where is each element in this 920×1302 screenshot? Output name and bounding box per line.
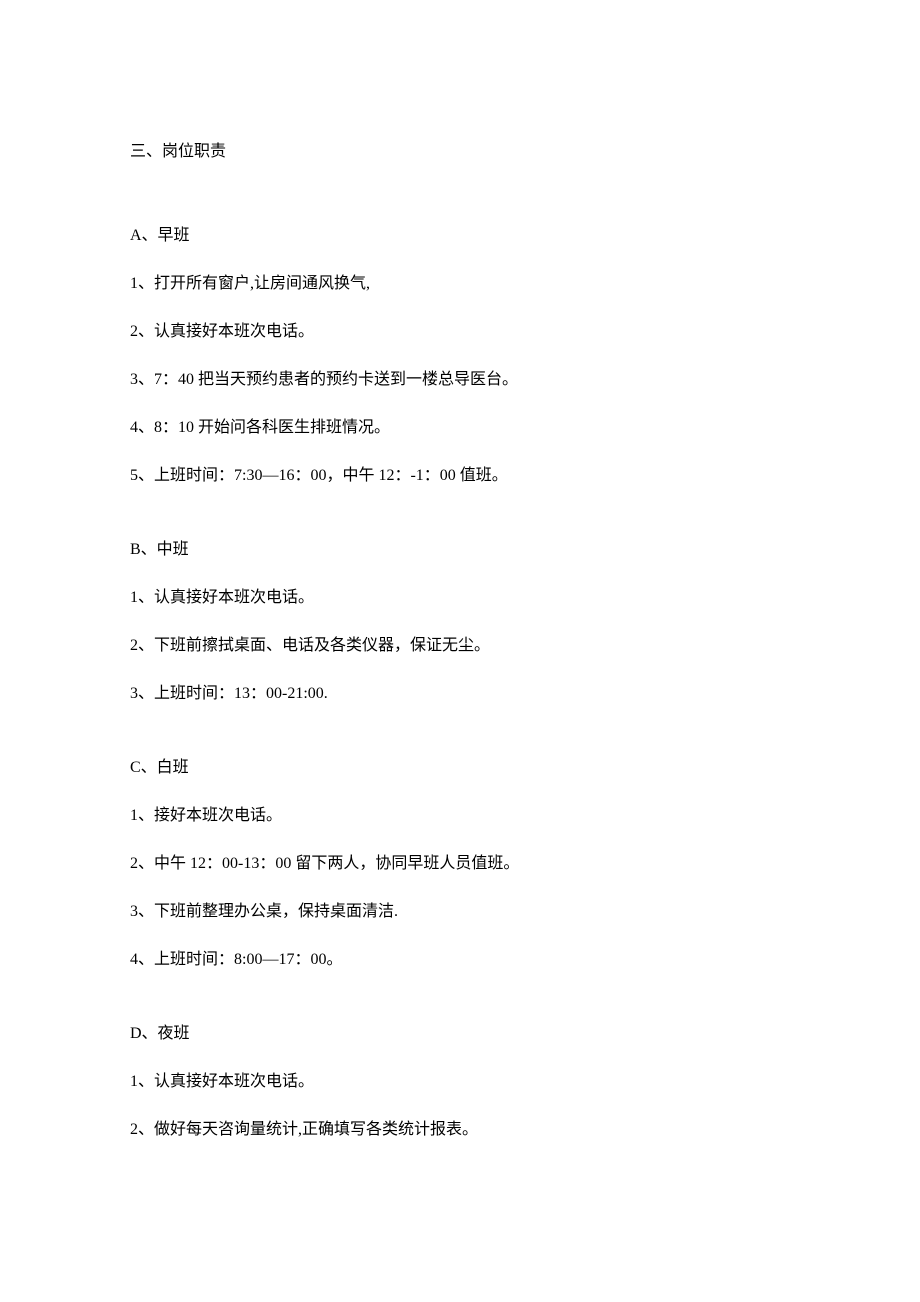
subsection-c-title: C、白班: [130, 756, 790, 780]
list-item: 1、认真接好本班次电话。: [130, 1070, 790, 1094]
subsection-d-title: D、夜班: [130, 1022, 790, 1046]
list-item: 2、做好每天咨询量统计,正确填写各类统计报表。: [130, 1118, 790, 1142]
list-item: 4、上班时间：8:00—17：00。: [130, 948, 790, 972]
list-item: 1、打开所有窗户,让房间通风换气,: [130, 272, 790, 296]
list-item: 1、接好本班次电话。: [130, 804, 790, 828]
section-heading: 三、岗位职责: [130, 140, 790, 164]
list-item: 2、下班前擦拭桌面、电话及各类仪器，保证无尘。: [130, 634, 790, 658]
list-item: 2、中午 12：00-13：00 留下两人，协同早班人员值班。: [130, 852, 790, 876]
subsection-b-title: B、中班: [130, 538, 790, 562]
list-item: 1、认真接好本班次电话。: [130, 586, 790, 610]
list-item: 3、7：40 把当天预约患者的预约卡送到一楼总导医台。: [130, 368, 790, 392]
list-item: 3、下班前整理办公桌，保持桌面清洁.: [130, 900, 790, 924]
list-item: 2、认真接好本班次电话。: [130, 320, 790, 344]
list-item: 5、上班时间：7:30—16：00，中午 12：-1：00 值班。: [130, 464, 790, 488]
list-item: 3、上班时间：13：00-21:00.: [130, 682, 790, 706]
subsection-a-title: A、早班: [130, 224, 790, 248]
list-item: 4、8：10 开始问各科医生排班情况。: [130, 416, 790, 440]
